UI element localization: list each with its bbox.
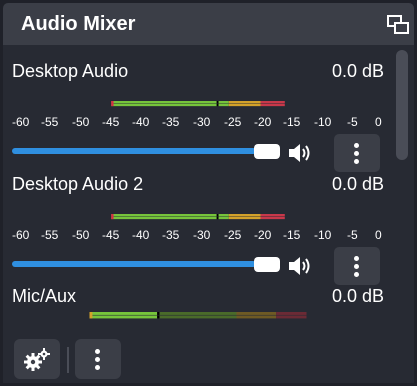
vertical-dots-icon	[354, 151, 359, 156]
dock-title: Audio Mixer	[21, 13, 136, 35]
volume-slider-track	[12, 148, 256, 154]
vertical-dots-icon	[354, 159, 359, 164]
scale-label: -10	[314, 115, 332, 129]
mixer-menu-button[interactable]	[75, 339, 121, 379]
scale-label: -20	[254, 115, 272, 129]
scale-label: -15	[283, 228, 301, 242]
gears-icon	[24, 348, 50, 371]
scale-label: -35	[162, 115, 180, 129]
scale-label: -45	[102, 115, 120, 129]
vertical-dots-icon	[95, 357, 100, 362]
channel-mic-aux: Mic/Aux 0.0 dB	[12, 286, 384, 336]
volume-slider[interactable]	[12, 143, 282, 161]
scale-label: 0	[375, 228, 382, 242]
volume-slider-handle[interactable]	[254, 144, 280, 159]
scale-label: -25	[224, 115, 242, 129]
toolbar-divider	[67, 347, 69, 373]
volume-meter	[89, 312, 307, 319]
scale-label: -50	[72, 228, 90, 242]
scale-label: -10	[314, 228, 332, 242]
scale-label: -15	[283, 115, 301, 129]
channel-menu-button[interactable]	[334, 134, 380, 172]
channel-desktop-audio: Desktop Audio 0.0 dB -60 -55 -50 -45 -40…	[12, 61, 384, 172]
channel-volume-db: 0.0 dB	[331, 286, 384, 306]
speaker-icon[interactable]	[287, 254, 315, 278]
channel-volume-db: 0.0 dB	[331, 174, 384, 194]
mixer-content: Desktop Audio 0.0 dB -60 -55 -50 -45 -40…	[3, 45, 414, 383]
scale-label: -60	[12, 115, 30, 129]
scale-label: -55	[41, 115, 59, 129]
vertical-dots-icon	[354, 143, 359, 148]
channel-name: Desktop Audio 2	[12, 174, 144, 194]
speaker-icon[interactable]	[287, 141, 315, 165]
scale-label: -30	[193, 115, 211, 129]
channel-volume-db: 0.0 dB	[331, 61, 384, 81]
scale-label: -20	[254, 228, 272, 242]
volume-slider-track	[12, 261, 256, 267]
channel-menu-button[interactable]	[334, 247, 380, 285]
scale-label: -60	[12, 228, 30, 242]
channel-name: Mic/Aux	[12, 286, 77, 306]
scale-label: -5	[347, 228, 358, 242]
volume-slider-handle[interactable]	[254, 257, 280, 272]
scale-label: -45	[102, 228, 120, 242]
channel-name: Desktop Audio	[12, 61, 129, 81]
scale-label: 0	[375, 115, 382, 129]
dock-titlebar: Audio Mixer	[3, 3, 414, 45]
volume-meter	[111, 214, 285, 220]
vertical-dots-icon	[354, 256, 359, 261]
channel-desktop-audio-2: Desktop Audio 2 0.0 dB -60 -55 -50 -45 -…	[12, 174, 384, 285]
scale-label: -50	[72, 115, 90, 129]
scale-label: -30	[193, 228, 211, 242]
scrollbar[interactable]	[395, 45, 409, 340]
undock-icon[interactable]	[387, 15, 409, 35]
scale-label: -40	[132, 115, 150, 129]
scale-label: -5	[347, 115, 358, 129]
vertical-dots-icon	[95, 349, 100, 354]
meter-scale: -60 -55 -50 -45 -40 -35 -30 -25 -20 -15 …	[12, 115, 384, 129]
mixer-toolbar	[3, 335, 414, 383]
vertical-dots-icon	[354, 272, 359, 277]
advanced-audio-settings-button[interactable]	[14, 339, 60, 379]
volume-slider[interactable]	[12, 256, 282, 274]
scale-label: -35	[162, 228, 180, 242]
scrollbar-thumb[interactable]	[396, 50, 408, 160]
audio-mixer-dock: Audio Mixer Desktop Audio 0.0 dB -60 -55…	[0, 0, 417, 386]
scale-label: -40	[132, 228, 150, 242]
vertical-dots-icon	[95, 365, 100, 370]
volume-meter	[111, 101, 285, 107]
scale-label: -55	[41, 228, 59, 242]
meter-scale: -60 -55 -50 -45 -40 -35 -30 -25 -20 -15 …	[12, 228, 384, 242]
scale-label: -25	[224, 228, 242, 242]
vertical-dots-icon	[354, 264, 359, 269]
